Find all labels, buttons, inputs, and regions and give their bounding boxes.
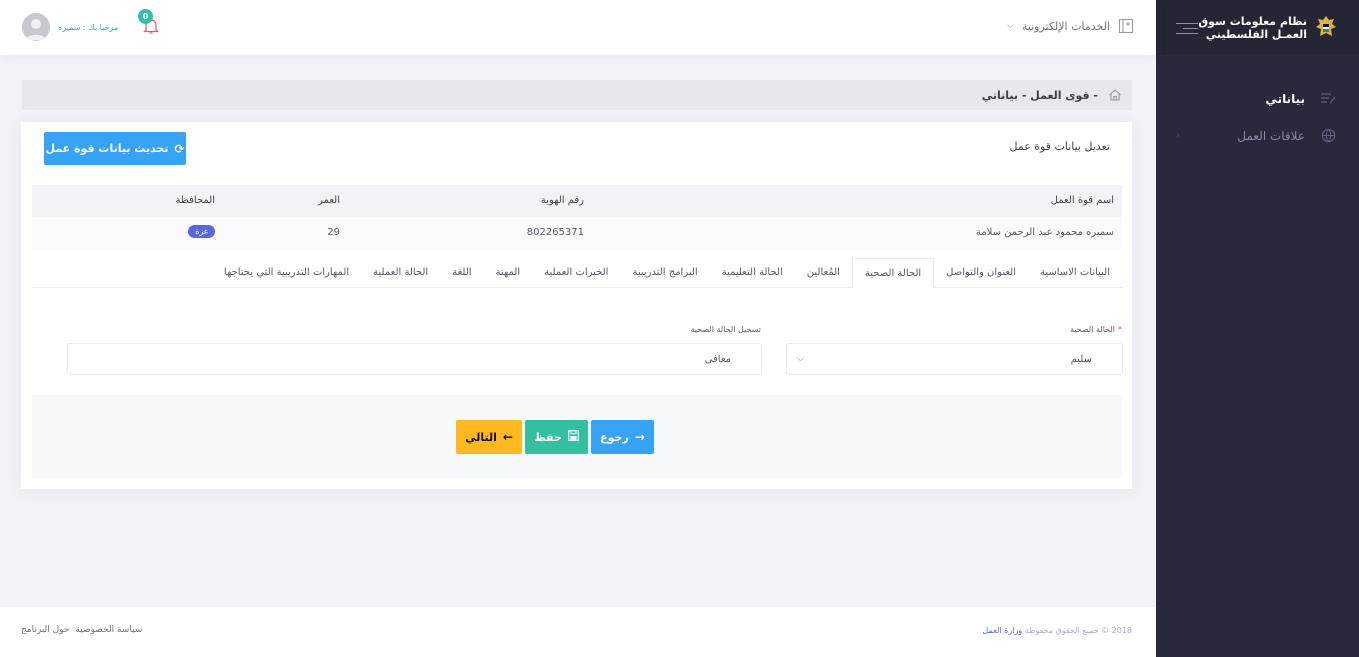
tab-profession[interactable]: المهنة (484, 258, 533, 287)
next-button[interactable]: ← التالي (456, 420, 522, 454)
tab-training-programs[interactable]: البرامج التدريبية (620, 258, 709, 287)
workforce-info-table: اسم قوة العمل رقم الهوية العمر المحافظة … (32, 185, 1122, 249)
tab-basic-data[interactable]: البيانات الاساسية (1028, 258, 1122, 287)
floppy-disk-icon (567, 430, 579, 444)
table-header: اسم قوة العمل رقم الهوية العمر المحافظة (32, 185, 1122, 217)
save-button[interactable]: حفظ (525, 420, 588, 454)
tab-education[interactable]: الحالة التعليمية (710, 258, 795, 287)
notification-badge[interactable]: 0 (138, 9, 153, 24)
health-status-label: *الحالة الصحية (1070, 325, 1122, 334)
services-icon (1118, 18, 1134, 34)
footer-links: سياسة الخصوصية حول البرنامج (21, 625, 142, 635)
header-governorate: المحافظة (175, 195, 215, 206)
arrow-right-icon: → (634, 430, 645, 444)
breadcrumb-text[interactable]: - قوى العمل - بياناتي (982, 89, 1098, 102)
sidebar-item-my-data[interactable]: بياناتي (1156, 80, 1359, 117)
ministry-link[interactable]: وزارة العمل (982, 626, 1022, 635)
tab-health-status[interactable]: الحالة الصحية (851, 258, 935, 288)
cell-id: 802265371 (526, 227, 584, 238)
eservices-menu[interactable]: الخدمات الإلكترونية ⌵ (1007, 18, 1134, 34)
about-program-link[interactable]: حول البرنامج (21, 625, 69, 635)
health-record-input[interactable] (67, 343, 762, 375)
top-header: مرحبا بك : سميره 0 الخدمات الإلكترونية ⌵ (0, 0, 1156, 55)
user-greeting[interactable]: مرحبا بك : سميره (58, 23, 118, 32)
cell-age: 29 (327, 227, 340, 238)
back-button[interactable]: → رجوع (591, 420, 654, 454)
required-marker: * (1118, 325, 1122, 334)
table-row: سميره محمود عبد الرحمن سلامة 802265371 2… (32, 217, 1122, 249)
edit-workforce-panel: تعديل بيانات قوة عمل ⟳ تحديث بيانات قوة … (21, 122, 1132, 489)
sidebar-item-labor-relations[interactable]: علاقات العمل ‹ (1156, 117, 1359, 154)
brand-line1: نظام معلومات سوق (1198, 14, 1307, 28)
chevron-left-icon: ‹ (1176, 130, 1180, 141)
sidebar: نظام معلومات سوق العمـل الفلسطيني بيانات… (1156, 0, 1359, 657)
user-menu[interactable]: مرحبا بك : سميره (22, 13, 118, 41)
header-name: اسم قوة العمل (1050, 195, 1114, 206)
copyright: 2018 © جميع الحقوق محفوظة وزارة العمل (982, 626, 1132, 635)
eagle-emblem-icon (1316, 15, 1336, 36)
footer: 2018 © جميع الحقوق محفوظة وزارة العمل سي… (0, 607, 1156, 657)
eservices-label: الخدمات الإلكترونية (1021, 19, 1110, 33)
edit-list-icon (1319, 90, 1337, 108)
sidebar-menu: بياناتي علاقات العمل ‹ (1156, 55, 1359, 154)
globe-icon (1319, 127, 1337, 145)
menu-toggle-icon[interactable] (1176, 21, 1198, 35)
tab-dependents[interactable]: المُعالين (795, 258, 852, 287)
avatar[interactable] (22, 13, 50, 41)
panel-title: تعديل بيانات قوة عمل (1009, 140, 1110, 153)
privacy-policy-link[interactable]: سياسة الخصوصية (75, 625, 142, 635)
health-record-label: تسجيل الحالة الصحية (690, 325, 761, 334)
brand-title: نظام معلومات سوق العمـل الفلسطيني (1198, 15, 1307, 41)
chevron-down-icon: ⌵ (797, 354, 804, 364)
tab-bar: البيانات الاساسية العنوان والتواصل الحال… (32, 255, 1122, 288)
tab-language[interactable]: اللغة (440, 258, 483, 287)
brand-line2: العمـل الفلسطيني (1205, 27, 1307, 41)
tab-training-needs[interactable]: المهارات التدريبية التي يحتاجها (212, 258, 361, 287)
header-age: العمر (318, 195, 340, 206)
header-id: رقم الهوية (540, 195, 584, 206)
governorate-badge: غزة (188, 225, 215, 238)
cell-name: سميره محمود عبد الرحمن سلامة (975, 227, 1114, 238)
refresh-workforce-button[interactable]: ⟳ تحديث بيانات قوة عمل (44, 132, 186, 165)
sidebar-item-label: علاقات العمل (1237, 128, 1305, 143)
health-status-select[interactable]: سليم ⌵ (786, 343, 1123, 375)
tab-address-contact[interactable]: العنوان والتواصل (934, 258, 1028, 287)
form-actions: → رجوع حفظ ← التالي (32, 395, 1122, 478)
chevron-down-icon: ⌵ (1007, 21, 1014, 31)
brand: نظام معلومات سوق العمـل الفلسطيني (1156, 0, 1359, 55)
breadcrumb: - قوى العمل - بياناتي (22, 80, 1132, 110)
refresh-button-label: تحديث بيانات قوة عمل (45, 142, 169, 155)
sidebar-item-label: بياناتي (1265, 91, 1305, 106)
health-status-value: سليم (1070, 353, 1092, 365)
arrow-left-icon: ← (502, 430, 513, 444)
home-icon[interactable] (1108, 88, 1122, 102)
tab-employment-status[interactable]: الحالة العملية (361, 258, 440, 287)
tab-work-experience[interactable]: الخبرات العملية (532, 258, 620, 287)
refresh-icon: ⟳ (174, 141, 185, 156)
